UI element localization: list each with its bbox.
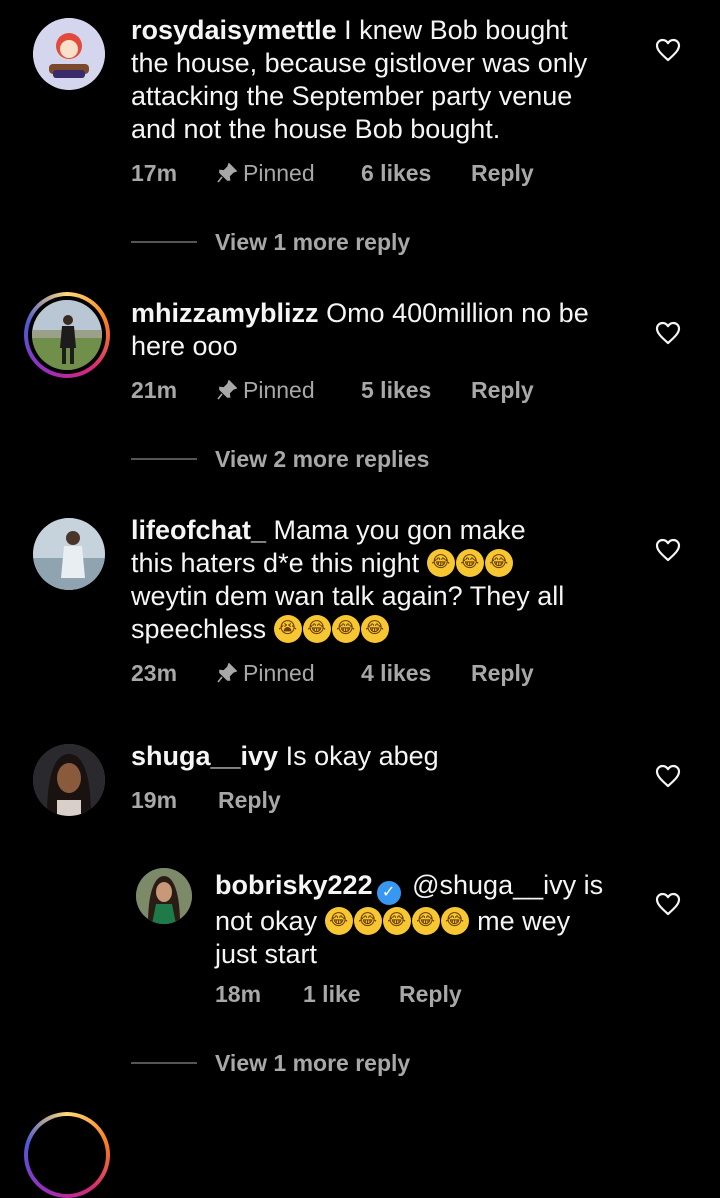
comment-username[interactable]: bobrisky222 bbox=[215, 870, 373, 900]
avatar[interactable] bbox=[33, 518, 105, 590]
comment-time: 21m bbox=[131, 377, 178, 403]
comment-meta: 17m Pinned 6 likes Reply bbox=[131, 158, 551, 188]
tears-of-joy-emoji: 😂 bbox=[360, 615, 389, 643]
comment-time: 18m bbox=[215, 981, 262, 1007]
reply-button[interactable]: Reply bbox=[471, 158, 534, 188]
avatar bbox=[32, 300, 102, 370]
comment-text: mhizzamyblizz Omo 400million no be here … bbox=[131, 297, 631, 363]
comment-body-line: this haters d*e this night bbox=[131, 548, 420, 578]
divider-line bbox=[131, 458, 197, 460]
comment-body-line: speechless bbox=[131, 614, 267, 644]
view-more-replies[interactable]: View 1 more reply bbox=[215, 227, 410, 257]
divider-line bbox=[131, 241, 197, 243]
reply-button[interactable]: Reply bbox=[471, 658, 534, 688]
like-count[interactable]: 6 likes bbox=[361, 158, 431, 188]
comment-meta: 19m Reply bbox=[131, 785, 431, 815]
comment-text: rosydaisymettle I knew Bob bought the ho… bbox=[131, 14, 631, 146]
avatar[interactable] bbox=[33, 18, 105, 90]
comment-body-line: and not the house Bob bought. bbox=[131, 114, 501, 144]
heart-outline-icon[interactable] bbox=[655, 538, 681, 562]
tears-of-joy-emoji: 😂 bbox=[324, 907, 353, 935]
like-count[interactable]: 1 like bbox=[303, 979, 361, 1009]
tears-of-joy-emoji: 😂 bbox=[440, 907, 469, 935]
comment-time: 19m bbox=[131, 787, 178, 813]
divider-line bbox=[131, 1062, 197, 1064]
tears-of-joy-emoji: 😂 bbox=[426, 549, 455, 577]
comment-body-line: Is okay abeg bbox=[285, 741, 439, 771]
pinned-label: Pinned bbox=[217, 375, 315, 405]
comment-text: lifeofchat_ Mama you gon make this hater… bbox=[131, 514, 631, 646]
tears-of-joy-emoji: 😂 bbox=[484, 549, 513, 577]
tears-of-joy-emoji: 😂 bbox=[353, 907, 382, 935]
comment-body-line: me wey bbox=[477, 906, 571, 936]
comment-meta: 21m Pinned 5 likes Reply bbox=[131, 375, 551, 405]
heart-outline-icon[interactable] bbox=[655, 892, 681, 916]
reply-button[interactable]: Reply bbox=[471, 375, 534, 405]
like-count[interactable]: 5 likes bbox=[361, 375, 431, 405]
comment-username[interactable]: mhizzamyblizz bbox=[131, 298, 319, 328]
loudly-crying-emoji: 😭 bbox=[273, 615, 302, 643]
avatar[interactable] bbox=[33, 744, 105, 816]
comment-body-line: the house, because gistlover was only bbox=[131, 48, 588, 78]
avatar[interactable] bbox=[136, 868, 192, 924]
pin-icon bbox=[217, 663, 237, 683]
comment-time: 17m bbox=[131, 160, 178, 186]
tears-of-joy-emoji: 😂 bbox=[411, 907, 440, 935]
comment-time: 23m bbox=[131, 660, 178, 686]
comment-body-line: not okay bbox=[215, 906, 318, 936]
verified-badge-icon: ✓ bbox=[376, 881, 401, 905]
heart-outline-icon[interactable] bbox=[655, 321, 681, 345]
view-more-replies[interactable]: View 2 more replies bbox=[215, 444, 429, 474]
pin-icon bbox=[217, 163, 237, 183]
comment-text: shuga__ivy Is okay abeg bbox=[131, 740, 631, 773]
tears-of-joy-emoji: 😂 bbox=[382, 907, 411, 935]
story-ring[interactable] bbox=[24, 292, 110, 378]
comment-body-line: weytin dem wan talk again? They all bbox=[131, 581, 565, 611]
pinned-label: Pinned bbox=[217, 658, 315, 688]
comment-meta: 18m 1 like Reply bbox=[215, 979, 515, 1009]
heart-outline-icon[interactable] bbox=[655, 38, 681, 62]
comment-body-line: @shuga__ivy is bbox=[412, 870, 604, 900]
comment-username[interactable]: lifeofchat_ bbox=[131, 515, 266, 545]
reply-button[interactable]: Reply bbox=[218, 785, 281, 815]
pinned-text: Pinned bbox=[243, 660, 315, 686]
comment-body-line: here ooo bbox=[131, 331, 238, 361]
comment-text: bobrisky222 ✓ @shuga__ivy is not okay 😂 😂 😂… bbox=[215, 869, 635, 971]
pin-icon bbox=[217, 380, 237, 400]
pinned-text: Pinned bbox=[243, 377, 315, 403]
comment-username[interactable]: rosydaisymettle bbox=[131, 15, 337, 45]
tears-of-joy-emoji: 😂 bbox=[455, 549, 484, 577]
comment-username[interactable]: shuga__ivy bbox=[131, 741, 278, 771]
comment-body-line: Mama you gon make bbox=[273, 515, 526, 545]
ring-gap bbox=[28, 1116, 106, 1194]
comment-meta: 23m Pinned 4 likes Reply bbox=[131, 658, 551, 688]
tears-of-joy-emoji: 😂 bbox=[302, 615, 331, 643]
comment-body-line: Omo 400million no be bbox=[326, 298, 589, 328]
view-more-replies[interactable]: View 1 more reply bbox=[215, 1048, 410, 1078]
heart-outline-icon[interactable] bbox=[655, 764, 681, 788]
pinned-text: Pinned bbox=[243, 160, 315, 186]
reply-button[interactable]: Reply bbox=[399, 979, 462, 1009]
pinned-label: Pinned bbox=[217, 158, 315, 188]
tears-of-joy-emoji: 😂 bbox=[331, 615, 360, 643]
comment-body-line: attacking the September party venue bbox=[131, 81, 573, 111]
comment-body-line: I knew Bob bought bbox=[344, 15, 568, 45]
comment-body-line: just start bbox=[215, 939, 318, 969]
like-count[interactable]: 4 likes bbox=[361, 658, 431, 688]
